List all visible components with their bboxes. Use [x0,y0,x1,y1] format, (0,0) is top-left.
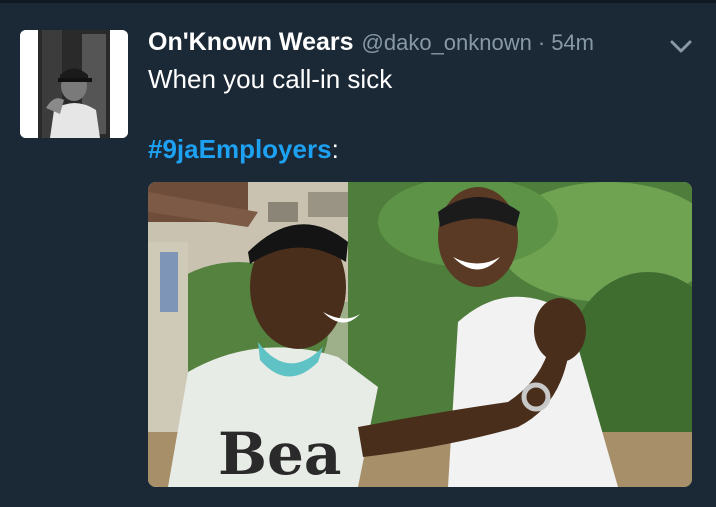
timestamp[interactable]: 54m [551,30,594,56]
avatar-image [20,30,128,138]
hashtag-link[interactable]: #9jaEmployers [148,134,332,164]
user-handle[interactable]: @dako_onknown [362,30,532,56]
separator-dot: · [537,30,546,55]
tweet-header: On'Known Wears @dako_onknown · 54m [148,28,594,58]
tweet-media-photo[interactable]: Bea [148,182,692,487]
display-name[interactable]: On'Known Wears [148,28,354,57]
top-divider [0,0,716,3]
chevron-down-icon[interactable] [668,36,694,56]
shirt-print-text: Bea [218,420,342,487]
tweet-text-line2: #9jaEmployers: [148,134,339,165]
trailing-colon: : [331,134,339,164]
tweet-text-line1: When you call-in sick [148,64,393,94]
avatar[interactable] [20,30,128,138]
